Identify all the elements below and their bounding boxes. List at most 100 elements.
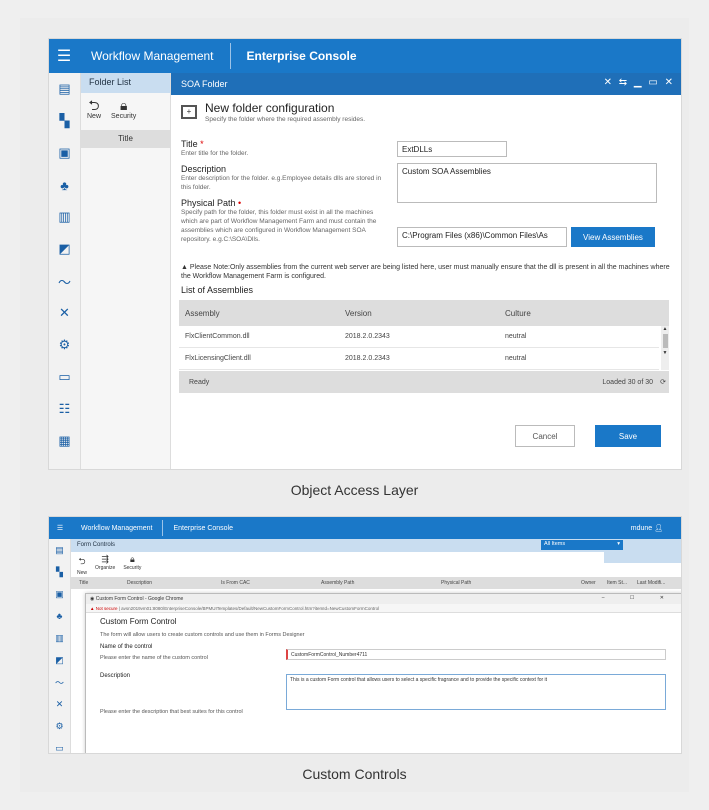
section-title[interactable]: Enterprise Console <box>235 49 369 63</box>
url-text: avsn2019vm01:8080/EnterpriseConsole/BPMU… <box>121 606 380 611</box>
organize-button[interactable]: ⇶ Organize <box>95 554 115 572</box>
settings-icon[interactable]: ⚙ <box>49 715 70 737</box>
security-button[interactable]: 🔒︎ Security <box>123 554 141 572</box>
new-button[interactable]: ⮌ New <box>77 554 87 576</box>
user-name: mdune <box>630 525 653 532</box>
dialog-subheading: Specify the folder where the required as… <box>205 116 366 123</box>
table-row[interactable]: FlxLicensingClient.dll 2018.2.0.2343 neu… <box>179 348 659 370</box>
menu-list-icon[interactable]: ☷ <box>49 393 80 425</box>
column-version[interactable]: Version <box>345 300 372 326</box>
warning-icon: ▲ <box>181 264 190 271</box>
analytics-icon[interactable]: 〜 <box>49 671 70 693</box>
grid-status-bar: Ready Loaded 30 of 30 ⟳ <box>179 371 669 393</box>
grid-scrollbar[interactable]: ▲ ▼ <box>661 326 669 370</box>
list-icon[interactable]: ▥ <box>49 201 80 233</box>
hamburger-menu-icon[interactable]: ☰ <box>49 524 71 532</box>
app-title[interactable]: Workflow Management <box>71 525 162 532</box>
save-button[interactable]: Save <box>595 425 661 447</box>
caption-object-access-layer: Object Access Layer <box>290 482 419 498</box>
selected-row-highlight[interactable] <box>604 551 681 563</box>
dialog-title: SOA Folder <box>181 79 228 89</box>
folder-list-panel: Folder List ⮌ New 🔒︎ Security Title <box>81 73 171 469</box>
description-label: Description <box>181 164 227 174</box>
security-button[interactable]: 🔒︎ Security <box>111 97 136 120</box>
physical-path-label: Physical Path • <box>181 198 242 208</box>
chrome-popup-window: ◉ Custom Form Control - Google Chrome – … <box>85 593 681 753</box>
list-icon[interactable]: ▥ <box>49 627 70 649</box>
settings-icon[interactable]: ⚙ <box>49 329 80 361</box>
custom-controls-screenshot: ☰ Workflow Management Enterprise Console… <box>48 516 682 754</box>
object-access-layer-screenshot: ☰ Workflow Management Enterprise Console… <box>48 38 682 470</box>
archive-icon[interactable]: ▦ <box>49 425 80 457</box>
culture-cell: neutral <box>505 333 527 340</box>
column-item-status[interactable]: Item St... <box>607 580 627 586</box>
physical-path-help: Specify path for the folder, this folder… <box>181 209 377 243</box>
column-culture[interactable]: Culture <box>505 300 531 326</box>
column-assembly-path[interactable]: Assembly Path <box>321 580 354 586</box>
popup-window-controls[interactable]: – ☐ ✕ <box>602 595 676 601</box>
window-controls[interactable]: ✕ ⇆ ▁ ▭ ✕ <box>604 77 675 88</box>
physical-path-input[interactable]: C:\Program Files (x86)\Common Files\As <box>397 227 567 247</box>
version-cell: 2018.2.0.2343 <box>345 355 390 362</box>
hierarchy-icon[interactable]: ♣ <box>49 605 70 627</box>
edit-icon[interactable]: ◩ <box>49 649 70 671</box>
description-textarea[interactable]: Custom SOA Assemblies <box>397 163 657 203</box>
column-is-from-cac[interactable]: Is From CAC <box>221 580 250 586</box>
column-owner[interactable]: Owner <box>581 580 596 586</box>
column-physical-path[interactable]: Physical Path <box>441 580 471 586</box>
hamburger-menu-icon[interactable]: ☰ <box>49 46 79 66</box>
column-title[interactable]: Title <box>79 580 88 586</box>
nav-rail-small: ▤ ▚ ▣ ♣ ▥ ◩ 〜 ✕ ⚙ ▭ <box>49 539 71 753</box>
not-secure-label: Not secure <box>95 606 118 611</box>
chevron-down-icon: ▾ <box>617 541 620 547</box>
edit-icon[interactable]: ◩ <box>49 233 80 265</box>
figure-frame: ☰ Workflow Management Enterprise Console… <box>20 18 689 792</box>
title-input[interactable]: ExtDLLs <box>397 141 507 157</box>
title-column-header[interactable]: Title <box>81 130 170 148</box>
nav-rail: ▤ ▚ ▣ ♣ ▥ ◩ 〜 ✕ ⚙ ▭ ☷ ▦ <box>49 73 81 469</box>
column-assembly[interactable]: Assembly <box>185 300 220 326</box>
filter-value: All Items <box>544 541 566 547</box>
table-row[interactable]: FlxClientCommon.dll 2018.2.0.2343 neutra… <box>179 326 659 348</box>
view-assemblies-button[interactable]: View Assemblies <box>571 227 655 247</box>
column-last-modified[interactable]: Last Modifi... <box>637 580 665 586</box>
cancel-button[interactable]: Cancel <box>515 425 575 447</box>
control-name-input[interactable]: CustomFormControl_Number4711 <box>286 649 666 660</box>
tools-icon[interactable]: ✕ <box>49 693 70 715</box>
assembly-cell: FlxLicensingClient.dll <box>185 355 251 362</box>
new-label: New <box>77 570 88 576</box>
organize-label: Organize <box>95 565 116 571</box>
hierarchy-icon[interactable]: ♣ <box>49 169 80 201</box>
forms-icon[interactable]: ▣ <box>49 137 80 169</box>
dashboard-icon[interactable]: ▤ <box>49 73 80 105</box>
dashboard-icon[interactable]: ▤ <box>49 539 70 561</box>
address-bar[interactable]: ▲ Not secure | avsn2019vm01:8080/Enterpr… <box>86 604 681 613</box>
window-icon[interactable]: ▭ <box>49 361 80 393</box>
list-header: Title Description Is From CAC Assembly P… <box>71 577 681 589</box>
forms-icon[interactable]: ▣ <box>49 583 70 605</box>
list-of-assemblies-title: List of Assemblies <box>181 285 254 295</box>
loaded-count: Loaded 30 of 30 <box>602 378 653 386</box>
window-icon[interactable]: ▭ <box>49 737 70 753</box>
modules-icon[interactable]: ▚ <box>49 561 70 583</box>
title-help: Enter title for the folder. <box>181 150 249 157</box>
section-title[interactable]: Enterprise Console <box>163 525 243 532</box>
new-icon: ⮌ <box>78 556 86 566</box>
app-title[interactable]: Workflow Management <box>79 49 226 63</box>
security-label: Security <box>111 113 137 120</box>
new-folder-dialog: + New folder configuration Specify the f… <box>171 95 681 469</box>
popup-title-bar: ◉ Custom Form Control - Google Chrome – … <box>86 594 681 604</box>
user-menu[interactable]: mdune 👤︎ <box>631 524 681 532</box>
folder-icon: + <box>181 105 197 119</box>
form-subheading: The form will allow users to create cust… <box>100 632 305 638</box>
filter-select[interactable]: All Items ▾ <box>541 540 623 550</box>
tools-icon[interactable]: ✕ <box>49 297 80 329</box>
analytics-icon[interactable]: 〜 <box>49 265 80 297</box>
new-folder-button[interactable]: ⮌ New <box>87 97 101 120</box>
status-text: Ready <box>189 378 210 386</box>
refresh-icon[interactable]: ⟳ <box>660 371 666 393</box>
form-controls-bar: Form Controls All Items ▾ <box>71 539 681 552</box>
description-textarea[interactable]: This is a custom Form control that allow… <box>286 674 666 710</box>
modules-icon[interactable]: ▚ <box>49 105 80 137</box>
column-description[interactable]: Description <box>127 580 152 586</box>
